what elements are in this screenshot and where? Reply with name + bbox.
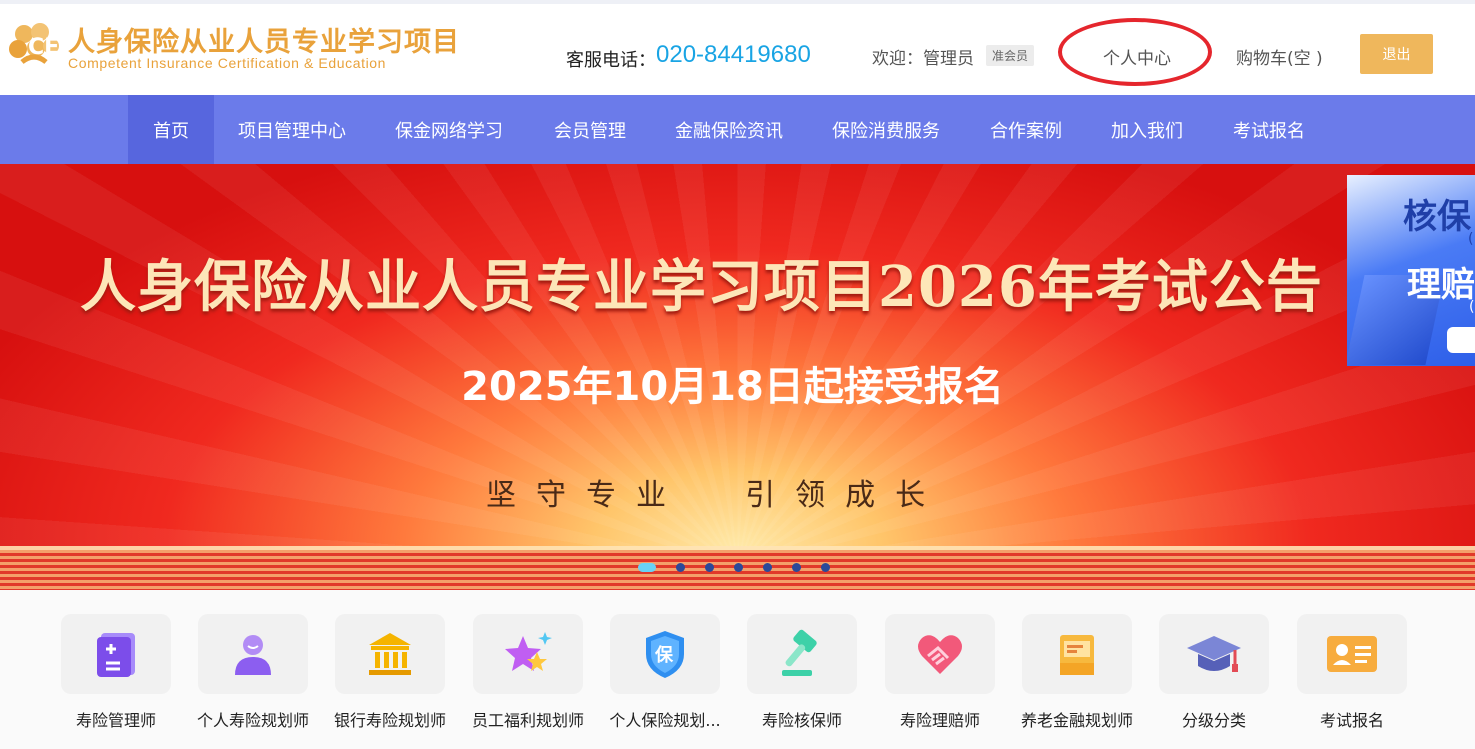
category-item[interactable]: 养老金融规划师 xyxy=(1007,614,1147,744)
welcome-text: 欢迎：管理员 xyxy=(872,49,974,69)
carousel-dot[interactable] xyxy=(821,562,830,572)
category-icon-box xyxy=(885,614,995,694)
category-label: 养老金融规划师 xyxy=(1020,711,1133,730)
nav-item-consumer-service[interactable]: 保险消费服务 xyxy=(820,95,952,164)
nav-item-exam-signup[interactable]: 考试报名 xyxy=(1220,95,1318,164)
banner-motto: 坚守专业 引领成长 xyxy=(486,478,946,513)
category-label: 寿险理赔师 xyxy=(899,711,980,730)
carousel-dots xyxy=(638,562,850,572)
side-ad-paren: ( xyxy=(1468,231,1474,247)
user-center-link[interactable]: 个人中心 xyxy=(1103,44,1171,69)
nav-item-cases[interactable]: 合作案例 xyxy=(976,95,1076,164)
category-item[interactable]: 个人寿险规划师 xyxy=(183,614,323,744)
banner-subtitle-wrap: 2025年10月18日起接受报名 xyxy=(0,354,1475,412)
carousel-dot[interactable] xyxy=(705,562,714,572)
hotline-number: 020-84419680 xyxy=(656,41,811,68)
category-item[interactable]: 寿险理赔师 xyxy=(870,614,1010,744)
category-item[interactable]: 考试报名 xyxy=(1282,614,1422,744)
category-item[interactable]: 银行寿险规划师 xyxy=(320,614,460,744)
stars-icon xyxy=(505,632,552,671)
carousel-dot[interactable] xyxy=(763,562,772,572)
nav-item-finance-news[interactable]: 金融保险资讯 xyxy=(664,95,794,164)
logo-icon[interactable]: CE xyxy=(6,16,62,72)
banner-subtitle: 2025年10月18日起接受报名 xyxy=(461,364,1004,410)
category-label: 员工福利规划师 xyxy=(471,711,584,730)
category-icon-box xyxy=(61,614,171,694)
nav-item-join-us[interactable]: 加入我们 xyxy=(1098,95,1196,164)
gavel-icon xyxy=(782,629,817,676)
carousel-dot[interactable] xyxy=(676,562,685,572)
nav-item-online-learning[interactable]: 保金网络学习 xyxy=(382,95,516,164)
category-icon-box xyxy=(198,614,308,694)
nav-item-member-management[interactable]: 会员管理 xyxy=(538,95,642,164)
category-icon-box xyxy=(335,614,445,694)
category-label: 分级分类 xyxy=(1181,711,1246,730)
id-card-icon xyxy=(1327,636,1377,672)
logout-button[interactable]: 退出 xyxy=(1360,34,1433,74)
member-badge: 准会员 xyxy=(986,45,1035,66)
category-label: 银行寿险规划师 xyxy=(333,711,446,730)
category-item[interactable]: 寿险核保师 xyxy=(732,614,872,744)
person-icon xyxy=(235,635,271,675)
brand-title[interactable]: 人身保险从业人员专业学习项目 xyxy=(68,20,460,59)
category-icon-box xyxy=(1022,614,1132,694)
carousel-dot[interactable] xyxy=(638,562,656,572)
graduation-cap-icon xyxy=(1187,636,1241,672)
hero-banner[interactable]: 人身保险从业人员专业学习项目2026年考试公告 2025年10月18日起接受报名… xyxy=(0,164,1475,590)
category-icon-box xyxy=(473,614,583,694)
nav-item-project-center[interactable]: 项目管理中心 xyxy=(226,95,358,164)
bank-icon xyxy=(369,633,411,675)
side-ad-line2: 理赔 xyxy=(1407,265,1475,305)
category-item[interactable]: 保 个人保险规划... xyxy=(595,614,735,744)
category-label: 考试报名 xyxy=(1319,711,1384,730)
carousel-dot[interactable] xyxy=(792,562,801,572)
category-label: 个人保险规划... xyxy=(609,711,721,730)
category-item[interactable]: 分级分类 xyxy=(1144,614,1284,744)
category-strip: 寿险管理师 个人寿险规划师 银行寿险规划师 员工福利规划师 保 个人保险规划..… xyxy=(0,590,1475,749)
category-icon-box xyxy=(1159,614,1269,694)
category-label: 寿险管理师 xyxy=(75,711,156,730)
carousel-dot[interactable] xyxy=(734,562,743,572)
category-label: 寿险核保师 xyxy=(761,711,842,730)
side-floating-ad[interactable]: 核保 ( 理赔 ( xyxy=(1347,175,1475,366)
category-icon-box: 保 xyxy=(610,614,720,694)
main-nav: 首页 项目管理中心 保金网络学习 会员管理 金融保险资讯 保险消费服务 合作案例… xyxy=(0,95,1475,164)
category-label: 个人寿险规划师 xyxy=(196,711,309,730)
category-item[interactable]: 寿险管理师 xyxy=(46,614,186,744)
side-ad-line1: 核保 xyxy=(1403,197,1471,237)
mailbox-icon xyxy=(1060,635,1094,675)
brand-subtitle: Competent Insurance Certification & Educ… xyxy=(68,55,387,71)
category-icon-box xyxy=(1297,614,1407,694)
site-header: CE 人身保险从业人员专业学习项目 Competent Insurance Ce… xyxy=(0,0,1475,95)
document-icon xyxy=(97,633,135,677)
cart-link[interactable]: 购物车(空 ) xyxy=(1236,44,1323,69)
banner-title: 人身保险从业人员专业学习项目2026年考试公告 xyxy=(80,254,1323,320)
svg-text:CE: CE xyxy=(28,35,59,60)
nav-item-home[interactable]: 首页 xyxy=(128,95,214,164)
hotline-label: 客服电话： xyxy=(566,50,656,71)
svg-text:保: 保 xyxy=(654,644,674,666)
side-ad-paren: ( xyxy=(1469,299,1475,315)
heart-hand-icon xyxy=(918,635,962,674)
category-icon-box xyxy=(747,614,857,694)
shield-icon: 保 xyxy=(646,631,684,678)
category-item[interactable]: 员工福利规划师 xyxy=(458,614,598,744)
side-ad-button[interactable] xyxy=(1447,327,1475,353)
